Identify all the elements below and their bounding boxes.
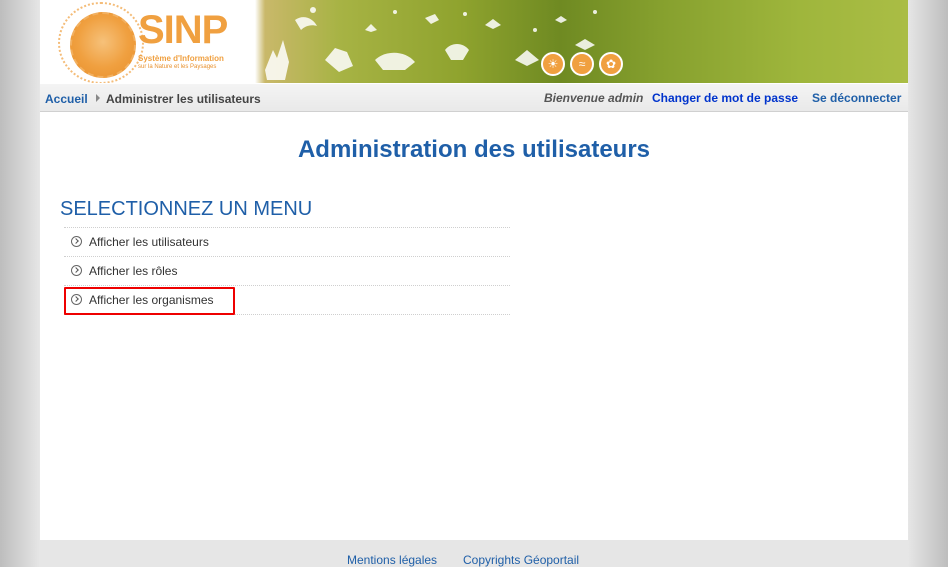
breadcrumb-home-link[interactable]: Accueil [45,92,88,106]
chevron-right-circle-icon [71,236,82,247]
nature-theme-icon-2[interactable]: ≈ [570,52,594,76]
header-banner: SINP Système d'Information sur la Nature… [40,0,908,83]
chevron-right-circle-icon [71,265,82,276]
nature-theme-icon-1[interactable]: ☀ [541,52,565,76]
breadcrumb-separator-icon [96,94,100,102]
page-container: SINP Système d'Information sur la Nature… [40,0,908,540]
logo-subtitle: Système d'Information [138,54,224,63]
logo-subtitle-2: sur la Nature et les Paysages [138,64,217,70]
menu-link-roles[interactable]: Afficher les rôles [89,264,177,278]
nature-theme-icon-3[interactable]: ✿ [599,52,623,76]
logo-title: SINP [138,8,228,52]
breadcrumb-current: Administrer les utilisateurs [106,92,261,106]
breadcrumb-bar: Accueil Administrer les utilisateurs Bie… [40,84,908,112]
menu-item-users[interactable]: Afficher les utilisateurs [64,228,510,257]
page-title: Administration des utilisateurs [297,136,651,163]
menu-link-users[interactable]: Afficher les utilisateurs [89,235,209,249]
menu-heading: SELECTIONNEZ UN MENU [60,198,313,220]
welcome-text: Bienvenue admin [544,91,644,105]
menu-item-roles[interactable]: Afficher les rôles [64,257,510,286]
logout-link[interactable]: Se déconnecter [812,91,901,105]
logo-emblem [70,12,136,78]
highlight-annotation-box [64,287,235,315]
change-password-link[interactable]: Changer de mot de passe [652,91,798,105]
